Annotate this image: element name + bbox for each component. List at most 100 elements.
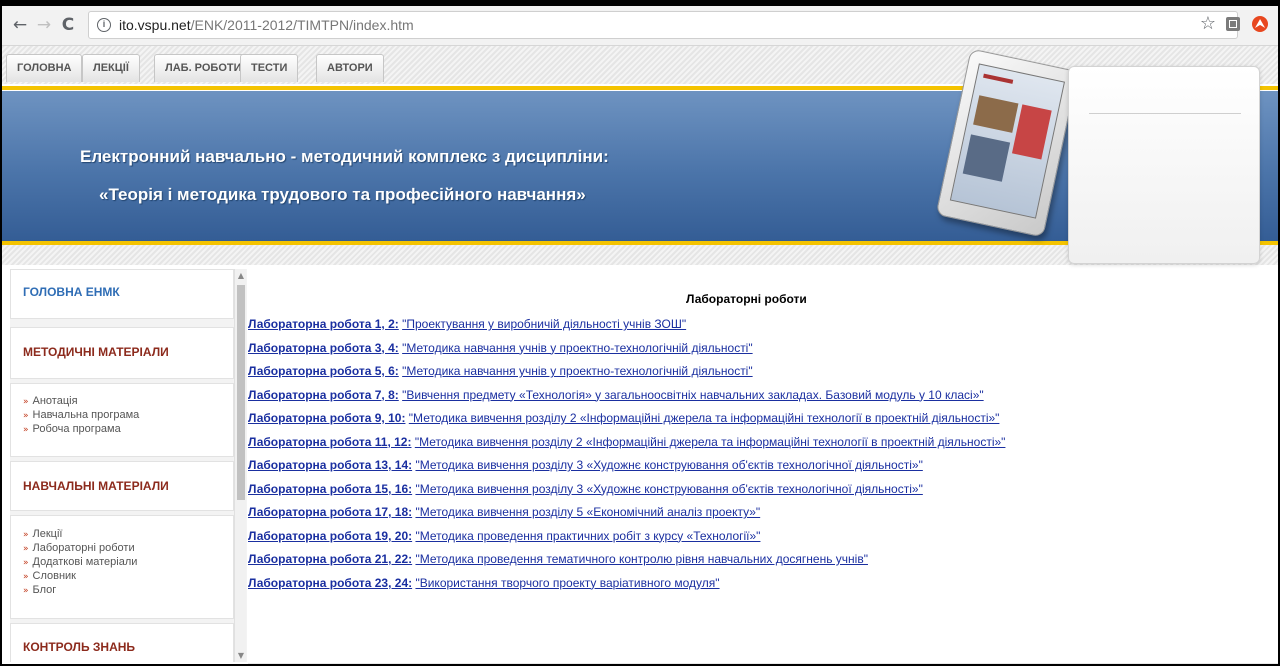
lab-work-item[interactable]: Лабораторна робота 11, 12: "Методика вив…	[248, 435, 1005, 459]
browser-toolbar: ← → C i ito.vspu.net/ENK/2011-2012/TIMTP…	[2, 6, 1278, 46]
sidebar-item-glossary[interactable]: » Словник	[23, 570, 137, 584]
sidebar-item-label: Робоча програма	[32, 423, 121, 435]
banner-title: Електронний навчально - методичний компл…	[80, 147, 609, 166]
scroll-thumb[interactable]	[237, 285, 245, 500]
extension-icon[interactable]	[1226, 17, 1240, 31]
adblock-extension-icon[interactable]: ⮝	[1252, 16, 1268, 32]
sidebar-item-extra-materials[interactable]: » Додаткові матеріали	[23, 556, 137, 570]
sidebar-methodical-title[interactable]: МЕТОДИЧНІ МАТЕРІАЛИ	[23, 345, 169, 359]
sidebar-control-title[interactable]: КОНТРОЛЬ ЗНАНЬ	[23, 640, 135, 654]
bullet-icon: »	[23, 586, 29, 596]
reload-icon[interactable]: C	[58, 15, 78, 35]
lab-work-title-link[interactable]: "Проектування у виробничій діяльності уч…	[402, 317, 686, 331]
lab-work-title-link[interactable]: "Вивчення предмету «Технологія» у загаль…	[402, 388, 984, 402]
lab-work-label[interactable]: Лабораторна робота 13, 14:	[248, 458, 412, 472]
lab-work-item[interactable]: Лабораторна робота 19, 20: "Методика про…	[248, 529, 1005, 553]
forward-icon[interactable]: →	[34, 15, 54, 35]
lab-work-item[interactable]: Лабораторна робота 15, 16: "Методика вив…	[248, 482, 1005, 506]
banner-subtitle: «Теорія і методика трудового та професій…	[99, 185, 586, 204]
lab-work-label[interactable]: Лабораторна робота 23, 24:	[248, 576, 412, 590]
lab-work-label[interactable]: Лабораторна робота 21, 22:	[248, 552, 412, 566]
lab-work-label[interactable]: Лабораторна робота 11, 12:	[248, 435, 411, 449]
lab-work-title-link[interactable]: "Методика навчання учнів у проектно-техн…	[402, 364, 752, 378]
bullet-icon: »	[23, 425, 29, 435]
lab-work-item[interactable]: Лабораторна робота 13, 14: "Методика вив…	[248, 458, 1005, 482]
lab-work-item[interactable]: Лабораторна робота 17, 18: "Методика вив…	[248, 505, 1005, 529]
sidebar-item-label: Навчальна програма	[32, 409, 140, 421]
lab-works-list: Лабораторна робота 1, 2: "Проектування у…	[248, 317, 1005, 599]
bullet-icon: »	[23, 572, 29, 582]
sidebar-item-curriculum[interactable]: » Навчальна програма	[23, 409, 139, 423]
browser-window: ← → C i ito.vspu.net/ENK/2011-2012/TIMTP…	[0, 0, 1280, 666]
lab-work-title-link[interactable]: "Методика вивчення розділу 2 «Інформацій…	[409, 411, 1000, 425]
lab-work-item[interactable]: Лабораторна робота 9, 10: "Методика вивч…	[248, 411, 1005, 435]
sidebar-item-label: Лекції	[32, 528, 63, 540]
lab-work-label[interactable]: Лабораторна робота 7, 8:	[248, 388, 399, 402]
lab-work-title-link[interactable]: "Методика вивчення розділу 2 «Інформацій…	[415, 435, 1006, 449]
sidebar-item-label: Додаткові матеріали	[32, 556, 138, 568]
sidebar-methodical-list: » Анотація » Навчальна програма » Робоча пр…	[10, 383, 234, 457]
sidebar-item-label: Лабораторні роботи	[32, 542, 135, 554]
back-icon[interactable]: ←	[10, 15, 30, 35]
sidebar-learning-title[interactable]: НАВЧАЛЬНІ МАТЕРІАЛИ	[23, 479, 169, 493]
sidebar-scrollbar[interactable]: ▲ ▼	[234, 269, 246, 662]
sidebar-section-home: ГОЛОВНА ЕНМК	[10, 269, 234, 319]
lab-work-item[interactable]: Лабораторна робота 5, 6: "Методика навча…	[248, 364, 1005, 388]
tab-authors[interactable]: АВТОРИ	[316, 54, 384, 82]
lab-work-title-link[interactable]: "Методика вивчення розділу 3 «Художнє ко…	[415, 458, 922, 472]
lab-work-title-link[interactable]: "Методика вивчення розділу 3 «Художнє ко…	[415, 482, 922, 496]
lab-work-title-link[interactable]: "Методика проведення практичних робіт з …	[415, 529, 760, 543]
lab-work-label[interactable]: Лабораторна робота 19, 20:	[248, 529, 412, 543]
tab-lectures[interactable]: ЛЕКЦІЇ	[82, 54, 140, 82]
info-icon[interactable]: i	[97, 18, 111, 32]
bullet-icon: »	[23, 411, 29, 421]
sidebar-item-label: Словник	[32, 570, 76, 582]
sidebar-learning-list: » Лекції » Лабораторні роботи » Додаткові м…	[10, 515, 234, 619]
divider	[1089, 113, 1241, 114]
lab-work-item[interactable]: Лабораторна робота 7, 8: "Вивчення предм…	[248, 388, 1005, 412]
lab-work-item[interactable]: Лабораторна робота 1, 2: "Проектування у…	[248, 317, 1005, 341]
tab-tests[interactable]: ТЕСТИ	[240, 54, 299, 82]
url-host: ito.vspu.net	[119, 17, 191, 33]
sidebar-item-work-program[interactable]: » Робоча програма	[23, 423, 139, 437]
header-side-panel	[1068, 66, 1260, 264]
lab-work-label[interactable]: Лабораторна робота 1, 2:	[248, 317, 399, 331]
sidebar-home-link[interactable]: ГОЛОВНА ЕНМК	[23, 285, 120, 299]
sidebar-item-lectures[interactable]: » Лекції	[23, 528, 137, 542]
bookmark-star-icon[interactable]: ☆	[1200, 13, 1216, 34]
sidebar-item-annotation[interactable]: » Анотація	[23, 395, 139, 409]
lab-work-label[interactable]: Лабораторна робота 9, 10:	[248, 411, 405, 425]
scroll-up-icon[interactable]: ▲	[237, 271, 245, 280]
lab-work-title-link[interactable]: "Методика проведення тематичного контрол…	[415, 552, 868, 566]
lab-work-label[interactable]: Лабораторна робота 15, 16:	[248, 482, 412, 496]
lab-work-label[interactable]: Лабораторна робота 5, 6:	[248, 364, 399, 378]
tab-home[interactable]: ГОЛОВНА	[6, 54, 83, 82]
lab-work-title-link[interactable]: "Використання творчого проекту варіативн…	[415, 576, 719, 590]
bullet-icon: »	[23, 397, 29, 407]
address-bar[interactable]: i ito.vspu.net/ENK/2011-2012/TIMTPN/inde…	[88, 11, 1238, 39]
site-header: ГОЛОВНА ЛЕКЦІЇ ЛАБ. РОБОТИ ТЕСТИ АВТОРИ …	[2, 46, 1278, 266]
sidebar-section-methodical: МЕТОДИЧНІ МАТЕРІАЛИ	[10, 327, 234, 379]
scroll-down-icon[interactable]: ▼	[237, 651, 245, 660]
tab-lab-works[interactable]: ЛАБ. РОБОТИ	[154, 54, 253, 82]
url-path: /ENK/2011-2012/TIMTPN/index.htm	[190, 17, 414, 33]
sidebar-section-learning: НАВЧАЛЬНІ МАТЕРІАЛИ	[10, 461, 234, 511]
page-title: Лабораторні роботи	[686, 292, 807, 306]
tablet-screen	[949, 63, 1066, 219]
sidebar-item-lab-works[interactable]: » Лабораторні роботи	[23, 542, 137, 556]
lab-work-label[interactable]: Лабораторна робота 17, 18:	[248, 505, 412, 519]
bullet-icon: »	[23, 530, 29, 540]
lab-work-item[interactable]: Лабораторна робота 21, 22: "Методика про…	[248, 552, 1005, 576]
url-text[interactable]: ito.vspu.net/ENK/2011-2012/TIMTPN/index.…	[119, 17, 414, 33]
lab-work-title-link[interactable]: "Методика навчання учнів у проектно-техн…	[402, 341, 752, 355]
sidebar-item-label: Анотація	[32, 395, 78, 407]
lab-work-label[interactable]: Лабораторна робота 3, 4:	[248, 341, 399, 355]
lab-work-item[interactable]: Лабораторна робота 3, 4: "Методика навча…	[248, 341, 1005, 365]
sidebar: ГОЛОВНА ЕНМК МЕТОДИЧНІ МАТЕРІАЛИ » Анотац…	[10, 269, 247, 662]
lab-work-title-link[interactable]: "Методика вивчення розділу 5 «Економічни…	[415, 505, 760, 519]
lab-work-item[interactable]: Лабораторна робота 23, 24: "Використання…	[248, 576, 1005, 600]
sidebar-item-blog[interactable]: » Блог	[23, 584, 137, 598]
sidebar-section-control: КОНТРОЛЬ ЗНАНЬ	[10, 623, 234, 662]
sidebar-item-label: Блог	[32, 584, 57, 596]
bullet-icon: »	[23, 558, 29, 568]
